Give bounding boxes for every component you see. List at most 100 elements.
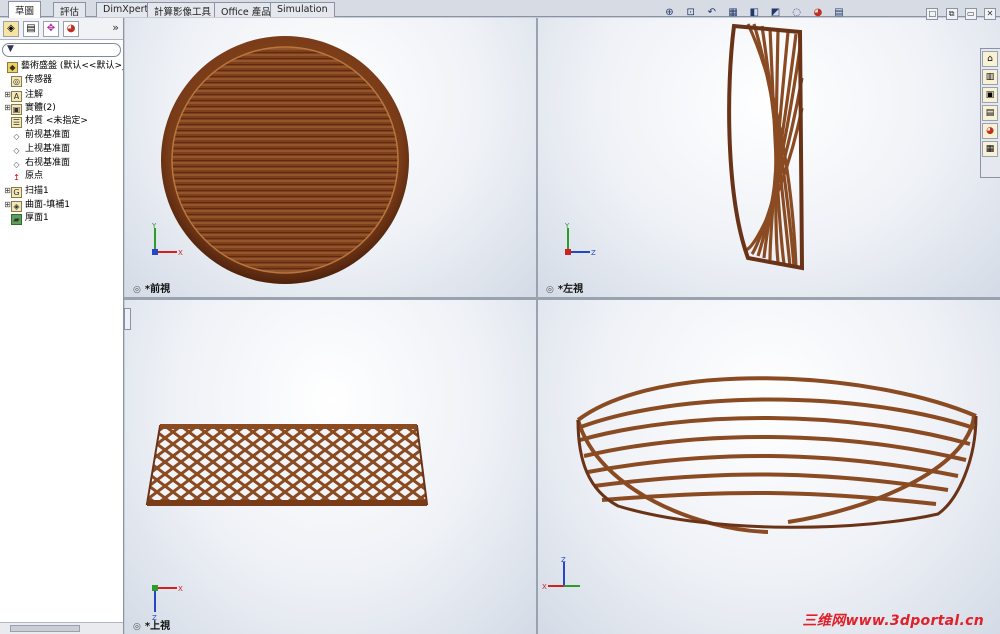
tree-item-label: 材質 <未指定> <box>25 116 88 127</box>
viewport-label-left: ◎ *左視 <box>546 284 584 295</box>
surface-fill-icon: ◈ <box>11 200 22 212</box>
task-pane-tabs: ⌂ ▥ ▣ ▤ ◕ ▦ <box>980 48 1000 178</box>
part-icon: ◆ <box>7 62 18 73</box>
tree-item[interactable]: ◎ 传感器 <box>0 74 123 88</box>
tab-office-products[interactable]: Office 產品 <box>214 2 278 18</box>
apply-scene-icon[interactable]: ▤ <box>832 6 847 20</box>
tree-item[interactable]: ▰ 厚面1 <box>0 212 123 226</box>
svg-text:Y: Y <box>564 222 570 230</box>
tree-item-label: 传感器 <box>25 74 53 85</box>
expand-toggle-icon[interactable]: ⊞ <box>4 101 11 115</box>
single-view-icon[interactable]: □ <box>926 8 939 20</box>
section-view-icon[interactable]: ▦ <box>726 6 741 20</box>
svg-text:X: X <box>542 583 547 591</box>
tree-item[interactable]: ◇ 上视基准面 <box>0 143 123 157</box>
viewport-horizontal-splitter[interactable] <box>124 297 1000 300</box>
tree-item[interactable]: ⊞ A 注解 <box>0 88 123 102</box>
command-manager-tabs: 草圖 評估 DimXpert 計算影像工具 Office 產品 Simulati… <box>0 0 1000 18</box>
viewport-front[interactable]: Y X ◎ *前視 <box>125 18 536 297</box>
restore-icon[interactable]: ⧉ <box>945 8 958 20</box>
view-triad-front: Y X <box>147 222 187 262</box>
appearances-icon[interactable]: ◕ <box>982 123 998 139</box>
tree-item[interactable]: ◇ 前视基准面 <box>0 129 123 143</box>
sensor-icon: ◎ <box>11 75 22 87</box>
maximize-icon[interactable]: ▭ <box>964 8 977 20</box>
display-style-icon[interactable]: ◩ <box>768 6 783 20</box>
feature-manager-collapse-handle[interactable] <box>124 308 131 330</box>
viewport-top[interactable]: X Z ◎ *上視 <box>125 300 536 634</box>
view-palette-icon[interactable]: ▤ <box>982 105 998 121</box>
basket-slats-iso <box>576 376 977 534</box>
tree-item[interactable]: ⊞ ▣ 實體(2) <box>0 101 123 116</box>
feature-tree-hscrollbar[interactable] <box>0 622 123 634</box>
feature-tree: ◆ 藝術盛盤 (默认<<默认>_ ◎ 传感器 ⊞ A 注解 ⊞ ▣ 實體(2) ☰ 材質 <未指定>… <box>0 60 123 226</box>
configuration-manager-tab-icon[interactable]: ✥ <box>43 21 59 37</box>
zoom-to-area-icon[interactable]: ⊡ <box>683 6 698 20</box>
viewport-vertical-splitter[interactable] <box>536 18 538 634</box>
origin-icon: ↥ <box>13 173 20 183</box>
solidworks-resources-icon[interactable]: ⌂ <box>982 51 998 67</box>
feature-manager-tabs: ◈ ▤ ✥ ◕ » <box>0 18 123 40</box>
view-triad-top: X Z <box>147 582 187 622</box>
watermark: 三维网www.3dportal.cn <box>802 613 984 629</box>
svg-text:Z: Z <box>591 249 596 257</box>
tree-item[interactable]: ⊞ ◈ 曲面-填補1 <box>0 198 123 212</box>
tab-sketch[interactable]: 草圖 <box>8 1 42 18</box>
heads-up-view-toolbar: ⊕ ⊡ ↶ ▦ ◧ ◩ ◌ ◕ ▤ <box>662 6 850 22</box>
view-triad-iso: Z X <box>542 556 582 596</box>
more-tabs-chevron-icon[interactable]: » <box>112 21 119 34</box>
svg-text:Z: Z <box>561 556 566 564</box>
plate-base <box>172 47 398 273</box>
plane-icon: ◇ <box>13 145 20 155</box>
tree-item-label: 右视基准面 <box>25 157 71 168</box>
sweep-icon: G <box>11 187 22 199</box>
scrollbar-thumb[interactable] <box>10 625 80 632</box>
viewport-isometric[interactable]: Z X <box>538 300 1000 634</box>
tree-item-label: 上视基准面 <box>25 143 71 154</box>
view-eye-icon: ◎ <box>133 285 141 295</box>
expand-toggle-icon[interactable]: ⊞ <box>4 184 11 198</box>
model-isometric-view <box>576 376 978 534</box>
material-icon: ☰ <box>11 117 22 129</box>
edit-appearance-icon[interactable]: ◕ <box>810 6 825 20</box>
tree-item[interactable]: ↥ 原点 <box>0 170 123 184</box>
tab-render-tools[interactable]: 計算影像工具 <box>147 2 219 18</box>
viewport-label-front: ◎ *前視 <box>133 284 171 295</box>
tab-simulation[interactable]: Simulation <box>270 2 335 17</box>
solid-bodies-icon: ▣ <box>11 104 22 116</box>
tree-item-label: 注解 <box>25 89 44 100</box>
custom-properties-icon[interactable]: ▦ <box>982 141 998 157</box>
tree-item[interactable]: ⊞ G 扫描1 <box>0 184 123 199</box>
filter-icon: ▼ <box>7 44 14 54</box>
svg-text:X: X <box>178 585 183 593</box>
tree-item-label: 原点 <box>25 171 44 182</box>
file-explorer-icon[interactable]: ▣ <box>982 87 998 103</box>
tree-item-label: 扫描1 <box>25 186 49 197</box>
feature-tree-tab-icon[interactable]: ◈ <box>3 21 19 37</box>
close-icon[interactable]: ✕ <box>984 8 996 20</box>
zoom-to-fit-icon[interactable]: ⊕ <box>662 6 677 20</box>
tree-item[interactable]: ☰ 材質 <未指定> <box>0 115 123 129</box>
property-manager-tab-icon[interactable]: ▤ <box>23 21 39 37</box>
design-library-icon[interactable]: ▥ <box>982 69 998 85</box>
basket-lattice-top <box>145 425 429 505</box>
view-orientation-icon[interactable]: ◧ <box>747 6 762 20</box>
plane-icon: ◇ <box>13 131 20 141</box>
tree-item-label: 實體(2) <box>25 103 56 114</box>
hide-show-items-icon[interactable]: ◌ <box>789 6 804 20</box>
view-triad-left: Y Z <box>560 222 600 262</box>
viewport-left[interactable]: Y Z ◎ *左視 <box>538 18 1000 297</box>
feature-filter-input[interactable]: ▼ <box>2 43 121 57</box>
tree-item[interactable]: ◇ 右视基准面 <box>0 157 123 171</box>
expand-toggle-icon[interactable]: ⊞ <box>4 198 11 212</box>
display-manager-tab-icon[interactable]: ◕ <box>63 21 79 37</box>
expand-toggle-icon[interactable]: ⊞ <box>4 88 11 102</box>
svg-text:X: X <box>178 249 183 257</box>
tab-evaluate[interactable]: 評估 <box>53 2 87 18</box>
viewport-window-controls: □ ⧉ ▭ ✕ <box>922 8 996 20</box>
view-eye-icon: ◎ <box>133 622 141 632</box>
svg-text:Y: Y <box>151 222 157 230</box>
tree-root-label: 藝術盛盤 (默认<<默认>_ <box>21 61 124 71</box>
tree-root-part[interactable]: ◆ 藝術盛盤 (默认<<默认>_ <box>0 60 123 74</box>
previous-view-icon[interactable]: ↶ <box>704 6 719 20</box>
